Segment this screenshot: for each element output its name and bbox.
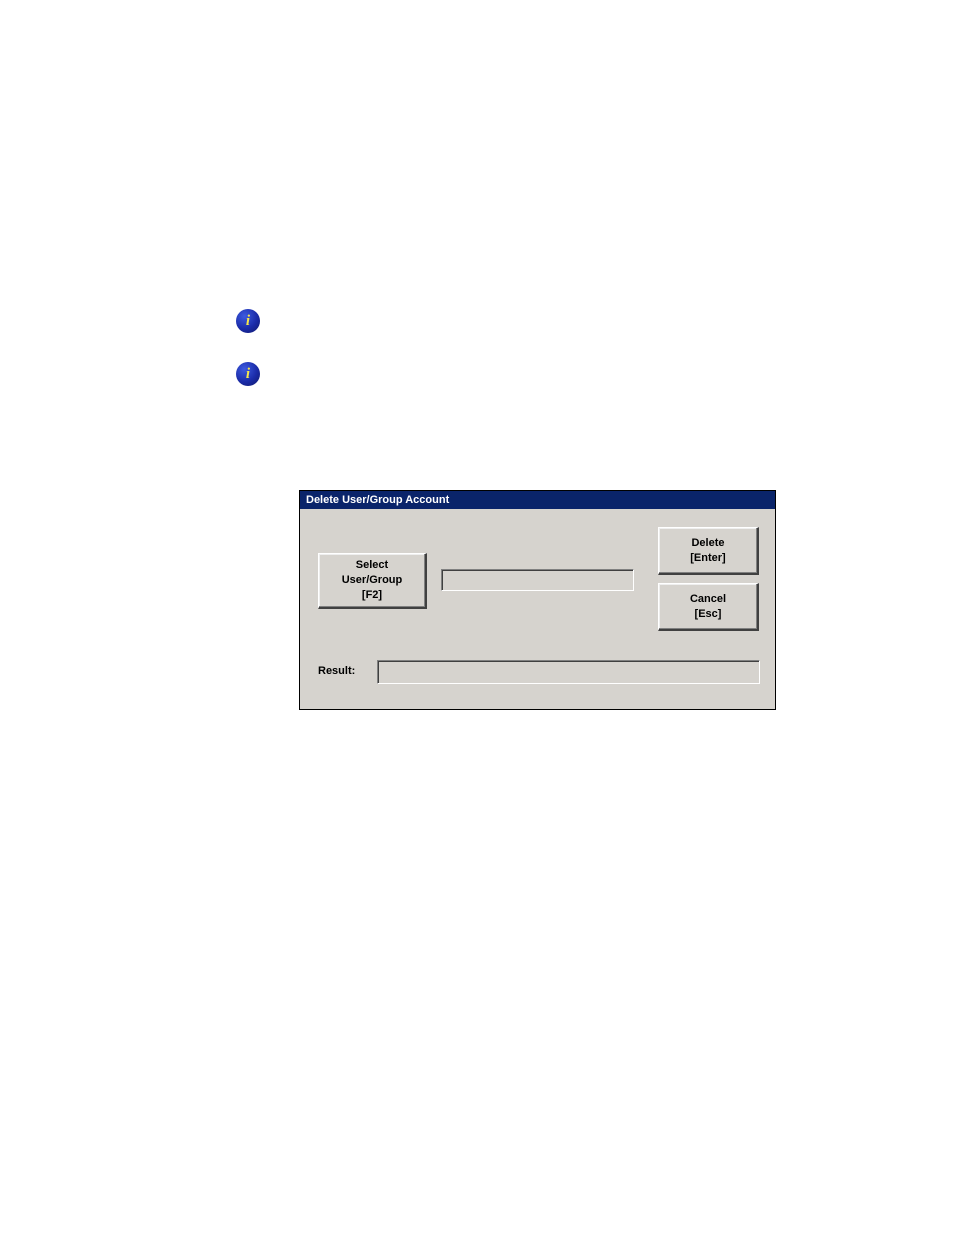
dialog-body: Select User/Group [F2] Delete [Enter] Ca… (300, 509, 775, 709)
select-usergroup-button[interactable]: Select User/Group [F2] (318, 553, 427, 609)
delete-button[interactable]: Delete [Enter] (658, 527, 759, 575)
usergroup-field[interactable] (441, 569, 634, 591)
info-icon: i (236, 362, 260, 386)
button-label-line: User/Group (342, 573, 403, 588)
dialog-titlebar: Delete User/Group Account (300, 491, 775, 509)
result-label: Result: (318, 665, 355, 677)
button-label-line: [F2] (362, 588, 382, 603)
button-label-line: [Enter] (690, 551, 725, 566)
button-label-line: [Esc] (695, 607, 722, 622)
button-label-line: Delete (691, 536, 724, 551)
button-label-line: Cancel (690, 592, 726, 607)
info-glyph: i (246, 314, 250, 329)
result-field (377, 660, 760, 684)
delete-usergroup-dialog: Delete User/Group Account Select User/Gr… (299, 490, 776, 710)
info-icon: i (236, 309, 260, 333)
dialog-title-text: Delete User/Group Account (306, 494, 449, 506)
cancel-button[interactable]: Cancel [Esc] (658, 583, 759, 631)
button-label-line: Select (356, 558, 388, 573)
info-glyph: i (246, 367, 250, 382)
